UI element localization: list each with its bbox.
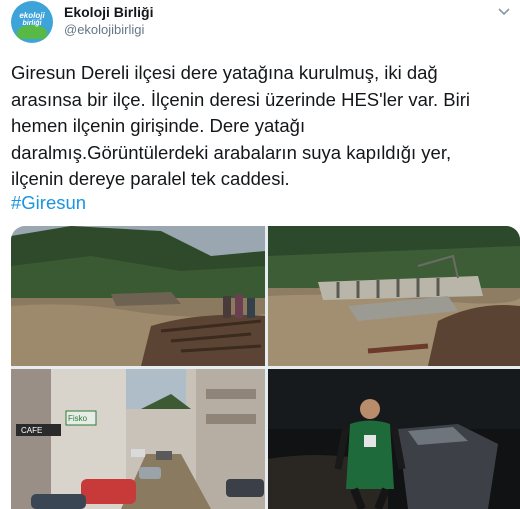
avatar-logo-text-bottom: birliği	[22, 20, 42, 27]
chevron-down-icon[interactable]	[497, 4, 511, 18]
media-grid: CAFE Fisko	[11, 226, 520, 509]
flood-photo-1[interactable]	[11, 226, 265, 366]
user-handle[interactable]: @ekolojibirligi	[64, 22, 144, 37]
flood-photo-3[interactable]: CAFE Fisko	[11, 369, 265, 509]
fisko-sign: Fisko	[68, 414, 88, 423]
avatar-logo-text-top: ekoloji	[19, 11, 45, 20]
flood-photo-2[interactable]	[268, 226, 520, 366]
avatar[interactable]: ekoloji birliği	[11, 1, 53, 43]
hashtag-link[interactable]: #Giresun	[11, 192, 86, 214]
avatar-leaf-shape	[17, 25, 47, 39]
tweet-text: Giresun Dereli ilçesi dere yatağına kuru…	[11, 62, 471, 189]
display-name[interactable]: Ekoloji Birliği	[64, 4, 153, 20]
cafe-sign: CAFE	[21, 426, 42, 435]
flood-photo-4[interactable]	[268, 369, 520, 509]
